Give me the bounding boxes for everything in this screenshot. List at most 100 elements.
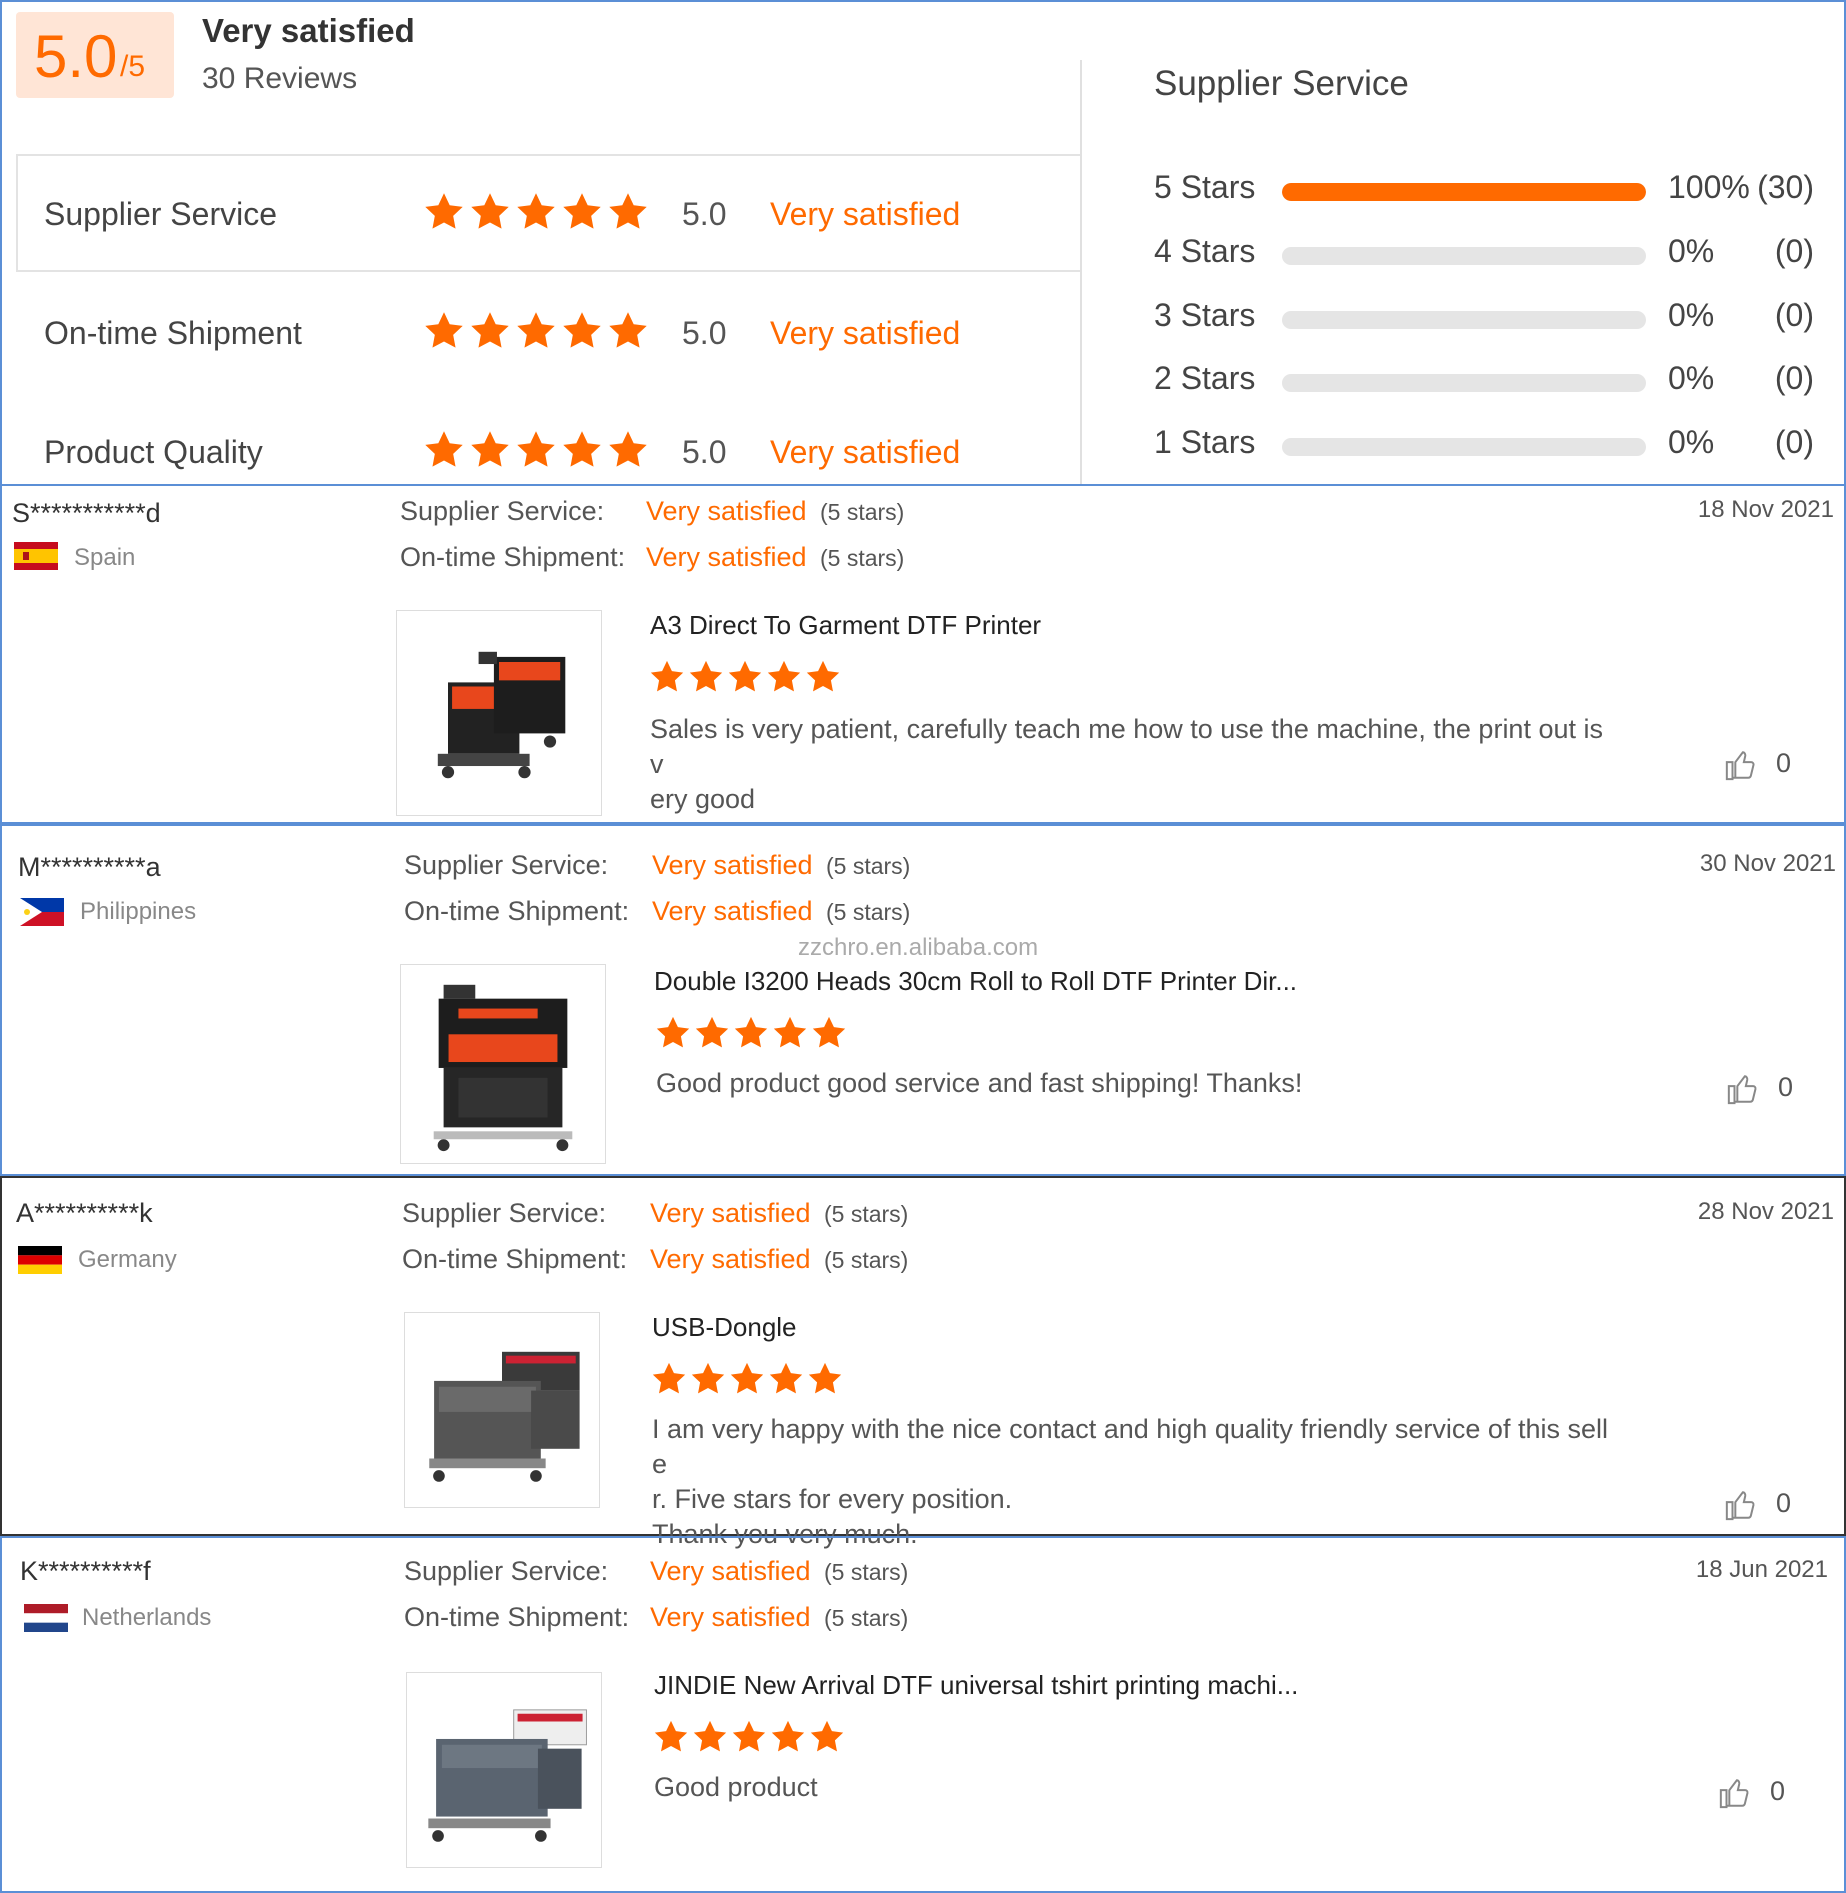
like-button[interactable]: 0 bbox=[1724, 1484, 1824, 1524]
review-rating-stars bbox=[648, 658, 843, 701]
reviewer-name: M**********a bbox=[18, 852, 161, 882]
review-card: K**********f Netherlands Supplier Servic… bbox=[0, 1536, 1846, 1893]
criterion-row-supplier-service: Supplier Service 5.0 Very satisfied bbox=[44, 190, 1064, 240]
review-text: I am very happy with the nice contact an… bbox=[652, 1414, 1608, 1549]
reviewer-name: K**********f bbox=[20, 1556, 151, 1586]
product-thumbnail[interactable] bbox=[400, 964, 606, 1164]
product-thumbnail[interactable] bbox=[406, 1672, 602, 1868]
star-icon bbox=[560, 190, 604, 234]
distribution-row-5[interactable]: 5 Stars 100% (30) bbox=[1154, 169, 1814, 209]
distribution-row-1[interactable]: 1 Stars 0% (0) bbox=[1154, 424, 1814, 464]
star-icon bbox=[560, 428, 604, 472]
criterion-stars bbox=[422, 428, 652, 477]
ontime-shipment-stars: (5 stars) bbox=[824, 1605, 909, 1631]
product-title-link[interactable]: A3 Direct To Garment DTF Printer bbox=[650, 610, 1041, 641]
star-icon bbox=[650, 1360, 688, 1398]
product-title-link[interactable]: JINDIE New Arrival DTF universal tshirt … bbox=[654, 1670, 1298, 1701]
supplier-service-label: Supplier Service: bbox=[404, 850, 609, 880]
reviewer-country: Netherlands bbox=[82, 1604, 212, 1631]
criterion-score: 5.0 bbox=[682, 434, 727, 470]
ontime-shipment-stars: (5 stars) bbox=[820, 545, 905, 571]
supplier-service-satisfaction: Very satisfied bbox=[650, 1198, 811, 1228]
review-text: Sales is very patient, carefully teach m… bbox=[650, 714, 1603, 814]
review-text: Good product good service and fast shipp… bbox=[656, 1068, 1303, 1098]
summary-divider bbox=[1080, 60, 1082, 486]
distribution-percent: 0% bbox=[1668, 233, 1715, 269]
star-icon bbox=[693, 1014, 731, 1052]
review-rating-stars bbox=[650, 1360, 845, 1403]
criterion-satisfaction: Very satisfied bbox=[770, 434, 961, 470]
supplier-service-label: Supplier Service: bbox=[404, 1556, 609, 1586]
criterion-stars bbox=[422, 190, 652, 239]
overall-score-max: /5 bbox=[120, 50, 146, 83]
like-button[interactable]: 0 bbox=[1718, 1772, 1818, 1812]
ontime-shipment-label: On-time Shipment: bbox=[400, 542, 626, 572]
criterion-label: Product Quality bbox=[44, 434, 263, 470]
distribution-bar bbox=[1282, 247, 1646, 265]
like-count: 0 bbox=[1776, 748, 1792, 778]
supplier-service-satisfaction: Very satisfied bbox=[650, 1556, 811, 1586]
ontime-shipment-stars: (5 stars) bbox=[826, 899, 911, 925]
reviewer-name: A**********k bbox=[16, 1198, 153, 1228]
review-text: Good product bbox=[654, 1772, 818, 1802]
like-button[interactable]: 0 bbox=[1724, 744, 1824, 784]
criterion-stars bbox=[422, 309, 652, 358]
star-icon bbox=[691, 1718, 729, 1756]
like-count: 0 bbox=[1776, 1488, 1792, 1518]
distribution-row-2[interactable]: 2 Stars 0% (0) bbox=[1154, 360, 1814, 400]
star-icon bbox=[804, 658, 842, 696]
product-thumbnail[interactable] bbox=[396, 610, 602, 816]
ontime-shipment-satisfaction: Very satisfied bbox=[650, 1602, 811, 1632]
distribution-title: Supplier Service bbox=[1154, 64, 1409, 103]
product-title-link[interactable]: USB-Dongle bbox=[652, 1312, 797, 1343]
printer-image bbox=[428, 1709, 587, 1842]
reviewer-country: Germany bbox=[78, 1246, 177, 1273]
review-date: 18 Jun 2021 bbox=[1695, 1556, 1828, 1583]
germany-flag-icon bbox=[18, 1246, 62, 1274]
thumbs-up-icon bbox=[1727, 1075, 1757, 1105]
distribution-percent: 100% bbox=[1668, 169, 1750, 205]
supplier-service-satisfaction: Very satisfied bbox=[646, 496, 807, 526]
ontime-shipment-satisfaction: Very satisfied bbox=[646, 542, 807, 572]
distribution-bar bbox=[1282, 374, 1646, 392]
thumbs-up-icon bbox=[1719, 1779, 1749, 1809]
star-icon bbox=[808, 1718, 846, 1756]
distribution-row-4[interactable]: 4 Stars 0% (0) bbox=[1154, 233, 1814, 273]
distribution-label: 5 Stars bbox=[1154, 169, 1256, 205]
star-icon bbox=[468, 309, 512, 353]
criterion-label: Supplier Service bbox=[44, 196, 277, 232]
overall-score-badge: 5.0 /5 bbox=[16, 12, 174, 98]
supplier-service-stars: (5 stars) bbox=[824, 1559, 909, 1585]
star-icon bbox=[422, 190, 466, 234]
star-icon bbox=[728, 1360, 766, 1398]
star-icon bbox=[769, 1718, 807, 1756]
review-rating-stars bbox=[654, 1014, 849, 1057]
like-count: 0 bbox=[1778, 1072, 1794, 1102]
like-count: 0 bbox=[1770, 1776, 1786, 1806]
ontime-shipment-stars: (5 stars) bbox=[824, 1247, 909, 1273]
thumbs-up-icon bbox=[1725, 1491, 1755, 1521]
supplier-service-stars: (5 stars) bbox=[826, 853, 911, 879]
review-date: 30 Nov 2021 bbox=[1699, 850, 1836, 877]
star-icon bbox=[687, 658, 725, 696]
star-icon bbox=[767, 1360, 805, 1398]
supplier-service-satisfaction: Very satisfied bbox=[652, 850, 813, 880]
rating-summary: 5.0 /5 Very satisfied 30 Reviews Supplie… bbox=[0, 0, 1846, 486]
supplier-service-stars: (5 stars) bbox=[824, 1201, 909, 1227]
product-title-link[interactable]: Double I3200 Heads 30cm Roll to Roll DTF… bbox=[654, 966, 1297, 997]
review-date: 28 Nov 2021 bbox=[1697, 1198, 1834, 1225]
like-button[interactable]: 0 bbox=[1726, 1068, 1826, 1108]
star-icon bbox=[648, 658, 686, 696]
review-card: S***********d Spain Supplier Service: Ve… bbox=[0, 484, 1846, 824]
star-icon bbox=[765, 658, 803, 696]
printer-image bbox=[437, 651, 566, 779]
star-icon bbox=[806, 1360, 844, 1398]
criterion-satisfaction: Very satisfied bbox=[770, 315, 961, 351]
star-icon bbox=[514, 428, 558, 472]
distribution-percent: 0% bbox=[1668, 424, 1715, 460]
distribution-label: 3 Stars bbox=[1154, 297, 1256, 333]
distribution-bar bbox=[1282, 438, 1646, 456]
distribution-row-3[interactable]: 3 Stars 0% (0) bbox=[1154, 297, 1814, 337]
product-thumbnail[interactable] bbox=[404, 1312, 600, 1508]
star-icon bbox=[730, 1718, 768, 1756]
